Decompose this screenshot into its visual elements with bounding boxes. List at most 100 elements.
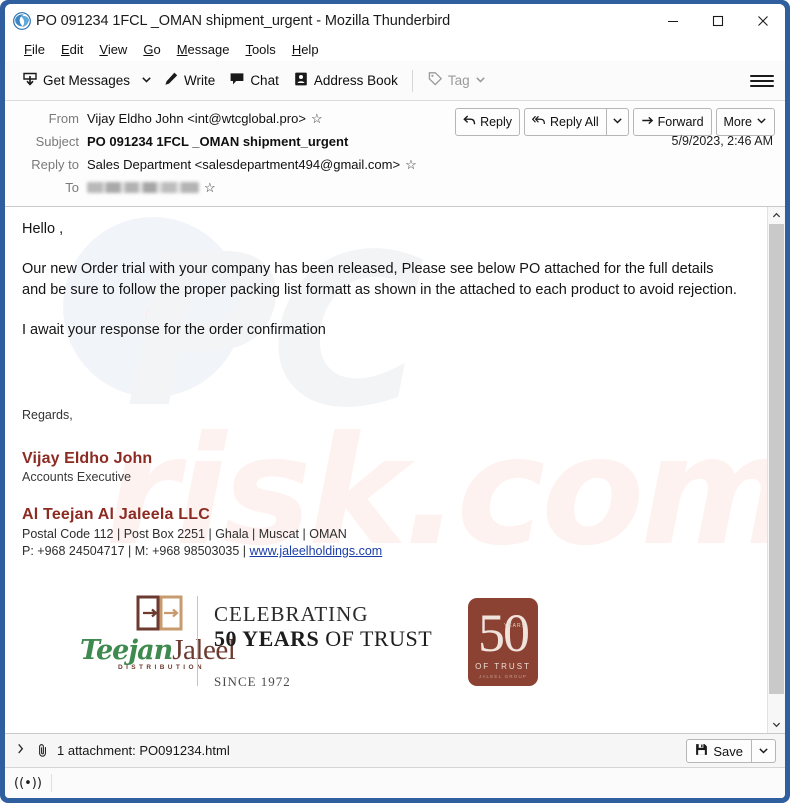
reply-to-value-group: Sales Department <salesdepartment494@gma… <box>87 157 417 172</box>
celebrating-50-years: 50 YEARS <box>214 626 320 652</box>
menu-go[interactable]: Go <box>135 40 168 59</box>
badge-trust: OF TRUST <box>475 662 531 672</box>
forward-button[interactable]: Forward <box>632 108 712 136</box>
tag-button[interactable]: Tag <box>420 67 493 94</box>
body-paragraph-2: I await your response for the order conf… <box>22 322 326 339</box>
close-button[interactable] <box>740 4 785 37</box>
badge-years: YEARS <box>504 623 526 630</box>
reply-all-button[interactable]: Reply All <box>524 108 606 136</box>
celebrating-line-2: 50 YEARS OF TRUST <box>214 626 432 651</box>
banner-divider <box>197 596 198 687</box>
address-book-button[interactable]: Address Book <box>286 67 405 94</box>
star-outline-icon[interactable]: ☆ <box>405 158 417 171</box>
save-dropdown-button[interactable] <box>752 739 776 763</box>
minimize-button[interactable] <box>650 4 695 37</box>
pencil-icon <box>163 71 179 90</box>
write-button[interactable]: Write <box>156 67 222 94</box>
message-header: From Vijay Eldho John <int@wtcglobal.pro… <box>5 101 785 207</box>
message-body-pane: PC risk.com Hello , Our new Order trial … <box>5 207 785 733</box>
attachment-bar: 1 attachment: PO091234.html Save <box>5 733 785 767</box>
subject-value: PO 091234 1FCL _OMAN shipment_urgent <box>87 134 349 149</box>
menu-view[interactable]: View <box>91 40 135 59</box>
menu-message-accel: M <box>176 41 188 57</box>
signature-role: Accounts Executive <box>22 470 132 485</box>
star-outline-icon[interactable]: ☆ <box>204 181 216 194</box>
get-messages-button[interactable]: Get Messages <box>15 67 137 94</box>
scrollbar-thumb[interactable] <box>769 224 784 694</box>
badge-group: JALEEL GROUP <box>478 674 528 680</box>
menu-help[interactable]: Help <box>284 40 327 59</box>
reply-arrow-icon <box>463 114 476 130</box>
menu-file-accel: F <box>24 41 32 57</box>
maximize-button[interactable] <box>695 4 740 37</box>
menu-file[interactable]: File <box>16 40 53 59</box>
chevron-down-icon <box>612 115 623 129</box>
attachment-label[interactable]: 1 attachment: PO091234.html <box>57 743 230 758</box>
paperclip-icon <box>36 743 50 758</box>
save-disk-icon <box>695 743 708 759</box>
from-label: From <box>48 111 79 126</box>
reply-all-arrow-icon <box>531 114 546 130</box>
celebrating-since: SINCE 1972 <box>214 673 291 689</box>
chevron-up-icon[interactable] <box>768 207 785 224</box>
menu-edit-accel: E <box>60 41 70 57</box>
menu-view-rest: iew <box>107 41 128 57</box>
chevron-down-icon[interactable] <box>768 716 785 733</box>
menu-go-rest: o <box>153 41 161 57</box>
to-value-group: ☆ <box>87 181 216 194</box>
chevron-down-icon <box>475 73 486 88</box>
message-body-scroll-area: PC risk.com Hello , Our new Order trial … <box>5 207 767 733</box>
chat-label: Chat <box>250 73 279 88</box>
signature-name: Vijay Eldho John <box>22 450 153 468</box>
window-inner: PO 091234 1FCL _OMAN shipment_urgent - M… <box>5 4 785 798</box>
chevron-right-icon[interactable] <box>16 742 25 760</box>
menu-tools[interactable]: Tools <box>237 40 283 59</box>
toolbar-separator <box>411 69 413 92</box>
to-value-redacted[interactable] <box>87 182 199 193</box>
company-banner: TeejanJaleel DISTRIBUTION CELEBRATING 50… <box>22 588 582 696</box>
message-body-content: Hello , Our new Order trial with your co… <box>22 219 749 696</box>
main-toolbar: Get Messages Write Chat Address Book Tag <box>5 61 785 101</box>
address-book-label: Address Book <box>313 73 398 88</box>
signature-phones: P: +968 24504717 | M: +968 98503035 | <box>22 544 250 559</box>
window-title: PO 091234 1FCL _OMAN shipment_urgent - M… <box>36 12 451 29</box>
header-row-to: To ☆ <box>5 176 785 199</box>
reply-all-label: Reply All <box>550 115 599 129</box>
menu-edit[interactable]: Edit <box>53 40 91 59</box>
reply-button[interactable]: Reply <box>455 108 521 136</box>
more-button[interactable]: More <box>715 108 775 136</box>
celebrating-of-trust: OF TRUST <box>319 626 433 652</box>
connection-status-icon[interactable]: ((•)) <box>14 776 42 791</box>
inbox-download-icon <box>22 71 38 90</box>
reply-all-dropdown[interactable] <box>605 108 629 136</box>
menu-tools-rest: ools <box>251 41 276 57</box>
signature-address: Postal Code 112 | Post Box 2251 | Ghala … <box>22 527 347 542</box>
signature-company: Al Teejan Al Jaleela LLC <box>22 506 210 524</box>
star-outline-icon[interactable]: ☆ <box>311 112 323 125</box>
chat-button[interactable]: Chat <box>222 67 286 94</box>
get-messages-label: Get Messages <box>43 73 131 88</box>
hamburger-menu-icon[interactable] <box>750 69 774 93</box>
celebrating-block: CELEBRATING 50 YEARS OF TRUST SINCE 1972 <box>214 602 432 689</box>
logo-brand-first: Teejan <box>80 635 173 667</box>
signature-regards: Regards, <box>22 408 73 423</box>
speech-bubble-icon <box>229 71 245 90</box>
message-actions: Reply Reply All Forward More <box>455 108 775 136</box>
from-value-group: Vijay Eldho John <int@wtcglobal.pro> ☆ <box>87 111 323 126</box>
signature-website-link[interactable]: www.jaleelholdings.com <box>250 544 383 558</box>
save-button[interactable]: Save <box>686 739 752 763</box>
celebrating-line-1: CELEBRATING <box>214 602 369 627</box>
from-value[interactable]: Vijay Eldho John <int@wtcglobal.pro> <box>87 111 306 126</box>
thunderbird-icon <box>13 11 31 30</box>
body-vertical-scrollbar[interactable] <box>767 207 785 733</box>
attachment-save-group: Save <box>686 739 776 763</box>
menu-help-accel: H <box>291 41 302 57</box>
thunderbird-window: PO 091234 1FCL _OMAN shipment_urgent - M… <box>0 0 790 803</box>
reply-to-label: Reply to <box>31 157 79 172</box>
forward-arrow-icon <box>641 114 654 130</box>
reply-to-value[interactable]: Sales Department <salesdepartment494@gma… <box>87 157 400 172</box>
menu-message[interactable]: Message <box>169 40 238 59</box>
body-greeting: Hello , <box>22 221 64 237</box>
message-date: 5/9/2023, 2:46 AM <box>671 134 773 148</box>
get-messages-dropdown[interactable] <box>137 68 156 94</box>
